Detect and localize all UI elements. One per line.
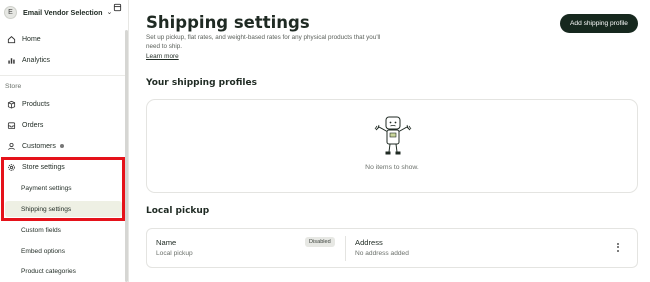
bar-chart-icon — [8, 57, 15, 64]
sidebar-subitem-embed-options[interactable]: Embed options — [5, 243, 122, 259]
sidebar-item-orders[interactable]: Orders — [5, 117, 122, 133]
local-pickup-heading: Local pickup — [146, 206, 210, 216]
learn-more-link[interactable]: Learn more — [146, 53, 179, 60]
sidebar-subitem-custom-fields[interactable]: Custom fields — [5, 222, 122, 238]
sidebar-item-analytics[interactable]: Analytics — [5, 52, 122, 68]
vendor-name: Email Vendor Selection — [23, 7, 103, 17]
sidebar-item-customers[interactable]: Customers — [5, 138, 122, 154]
local-pickup-card: Name Local pickup Disabled Address No ad… — [146, 228, 638, 268]
sidebar-item-label: Analytics — [22, 56, 51, 64]
sidebar: E Email Vendor Selection ⌄ Home Analytic… — [0, 0, 129, 282]
pickup-name-label: Name — [156, 238, 177, 247]
home-icon — [7, 35, 16, 43]
page-description: Set up pickup, flat rates, and weight-ba… — [146, 34, 381, 50]
card-divider — [345, 236, 346, 261]
sidebar-divider — [0, 75, 125, 76]
pickup-address-value: No address added — [355, 250, 409, 257]
person-icon — [8, 142, 15, 150]
notification-dot — [59, 144, 64, 148]
page-title: Shipping settings — [146, 13, 310, 32]
sidebar-item-label: Customers — [22, 142, 56, 150]
box-icon — [7, 100, 16, 109]
add-shipping-profile-button[interactable]: Add shipping profile — [560, 14, 638, 33]
inbox-icon — [7, 121, 16, 129]
pickup-name-value: Local pickup — [156, 250, 193, 257]
shipping-profiles-heading: Your shipping profiles — [146, 78, 257, 88]
pickup-address-label: Address — [355, 238, 383, 247]
annotation-highlight-box — [1, 157, 125, 221]
sidebar-item-label: Home — [22, 35, 41, 43]
store-section-label: Store — [5, 83, 22, 90]
more-vertical-icon[interactable] — [613, 240, 623, 254]
sidebar-subitem-product-categories[interactable]: Product categories — [5, 263, 122, 279]
empty-state-text: No items to show. — [365, 164, 419, 171]
chevron-down-icon: ⌄ — [106, 9, 113, 16]
store-icon[interactable] — [113, 3, 122, 12]
sidebar-item-home[interactable]: Home — [5, 31, 122, 47]
status-badge: Disabled — [305, 237, 335, 247]
empty-state-illustration — [374, 116, 412, 155]
shipping-profiles-card: No items to show. — [146, 99, 638, 193]
sidebar-item-products[interactable]: Products — [5, 96, 122, 112]
vendor-selector[interactable]: E Email Vendor Selection ⌄ — [4, 4, 126, 20]
sidebar-item-label: Products — [22, 100, 50, 108]
sidebar-scrollbar[interactable] — [125, 30, 128, 282]
vendor-avatar: E — [4, 5, 17, 19]
sidebar-item-label: Orders — [22, 121, 44, 129]
